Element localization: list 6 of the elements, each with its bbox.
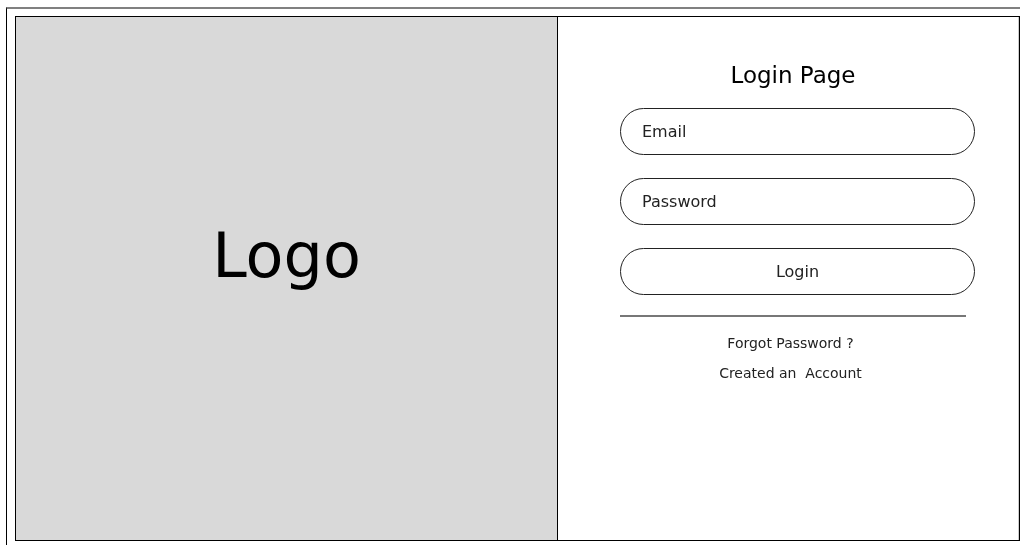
page-title: Login Page [730,62,856,88]
email-field[interactable]: Email [620,108,975,155]
password-field[interactable]: Password [620,178,975,225]
create-account-link[interactable]: Created an Account [719,365,862,381]
logo-text: Logo [212,219,361,292]
forgot-password-link[interactable]: Forgot Password ? [727,335,854,351]
